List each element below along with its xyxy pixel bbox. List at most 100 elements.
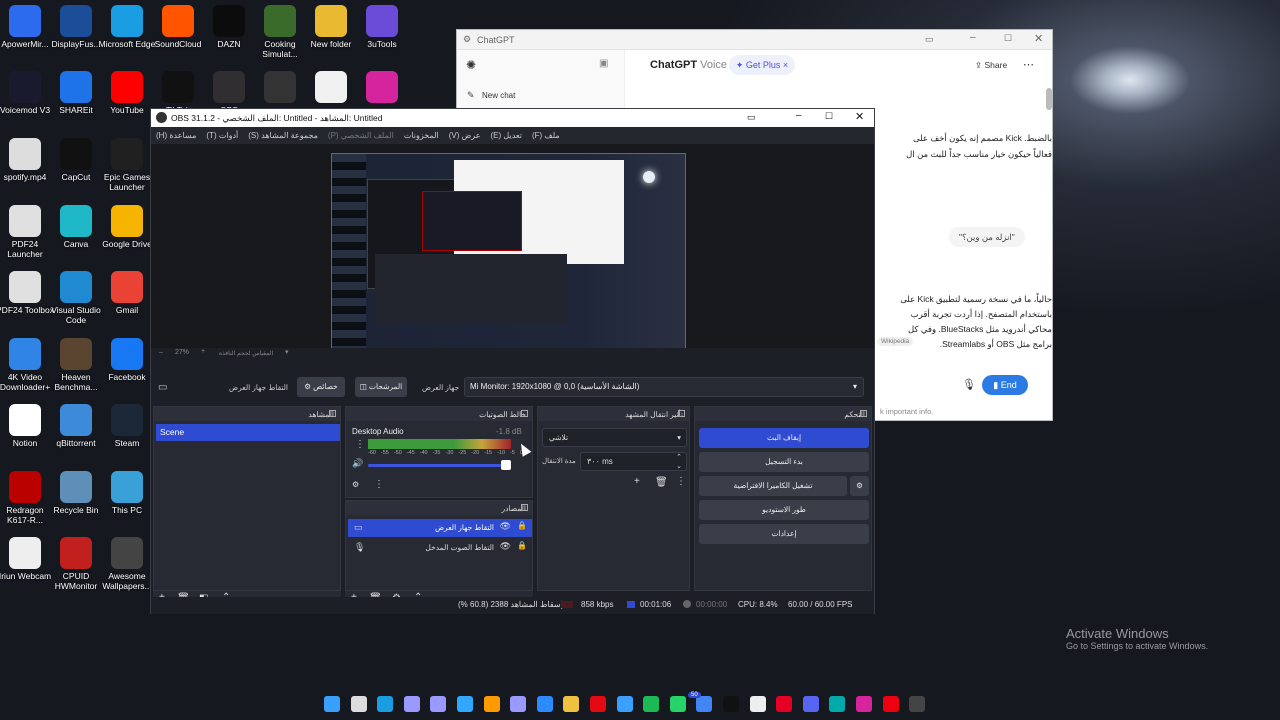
dock-icon[interactable] — [860, 410, 867, 417]
mixer-menu-icon[interactable]: ⋮ — [374, 479, 384, 490]
media-encoder-icon[interactable] — [510, 696, 527, 712]
get-plus-button[interactable]: ✦ Get Plus × — [729, 55, 795, 75]
pinterest-icon[interactable] — [776, 696, 793, 712]
chatgpt-scrollbar[interactable] — [1046, 88, 1052, 110]
citation-chip[interactable]: Wikipedia — [877, 337, 914, 346]
store-icon[interactable] — [616, 696, 633, 712]
spin-down-icon[interactable]: ⌄ — [676, 458, 682, 475]
transition-select[interactable]: تلاشي ▾ — [542, 428, 687, 447]
obs-menu-item[interactable]: أدوات (T) — [206, 131, 238, 140]
obs-close-button[interactable]: ✕ — [855, 110, 864, 123]
discord-icon[interactable] — [802, 696, 819, 712]
share-button[interactable]: ⇪ Share — [975, 60, 1007, 71]
obs-menu-item[interactable]: تعديل (E) — [491, 131, 522, 140]
search-icon[interactable] — [350, 696, 367, 712]
start-virtual-camera-button[interactable]: تشغيل الكاميرا الافتراضية — [699, 476, 847, 496]
obs-maximize-button[interactable]: ☐ — [825, 111, 833, 122]
sidebar-toggle-icon[interactable]: ▣ — [599, 58, 608, 69]
start-recording-button[interactable]: بدء التسجيل — [699, 452, 869, 472]
lock-icon[interactable]: 🔒 — [517, 541, 527, 550]
obs-menu-item[interactable]: مجموعة المشاهد (S) — [248, 131, 318, 140]
stop-streaming-button[interactable]: إيقاف البث — [699, 428, 869, 448]
dock-icon[interactable] — [521, 410, 528, 417]
obs-mini-icon[interactable]: ▭ — [747, 112, 756, 123]
chrome-icon[interactable] — [696, 696, 713, 712]
lens-icon[interactable] — [829, 696, 846, 712]
spotify-icon[interactable] — [643, 696, 660, 712]
settings-button[interactable]: إعدادات — [699, 524, 869, 544]
after-effects-icon[interactable] — [430, 696, 447, 712]
desktop-icon[interactable]: 3uTools — [351, 5, 413, 49]
premiere-icon[interactable] — [403, 696, 420, 712]
obs-menu-item[interactable]: ملف (F) — [532, 131, 560, 140]
desktop-icon[interactable]: This PC — [96, 470, 158, 515]
close-button[interactable]: ✕ — [1034, 32, 1043, 45]
desktop-icon[interactable]: Facebook — [96, 337, 158, 382]
illustrator-icon[interactable] — [483, 696, 500, 712]
new-chat-button[interactable]: New chat — [482, 91, 515, 100]
obs-menu-item[interactable]: المخزونات — [404, 131, 439, 140]
maximize-button[interactable]: ☐ — [1004, 33, 1012, 44]
zoom-level[interactable]: 27% — [175, 349, 189, 356]
instagram-icon[interactable] — [856, 696, 872, 712]
obs-minimize-button[interactable]: – — [796, 110, 802, 121]
new-chat-icon[interactable]: ✎ — [467, 90, 475, 101]
transition-menu-icon[interactable]: ⋮ — [676, 476, 686, 487]
filters-button[interactable]: ◫ المرشحات — [355, 377, 407, 397]
windows-start-icon[interactable] — [324, 696, 340, 712]
edge-icon[interactable] — [377, 696, 394, 712]
display-select[interactable]: Mi Monitor: 1920x1080 @ 0,0 (الشاشة الأس… — [464, 377, 864, 397]
file-explorer-icon[interactable] — [563, 696, 580, 712]
obs-menu-item[interactable]: عرض (V) — [449, 131, 481, 140]
lock-icon[interactable]: 🔒 — [517, 521, 527, 530]
whatsapp-icon[interactable] — [669, 696, 686, 712]
dock-icon[interactable] — [678, 410, 685, 417]
desktop-icon[interactable]: Awesome Wallpapers... — [96, 537, 158, 591]
scene-item[interactable]: Scene — [156, 424, 340, 441]
virtual-camera-settings-icon[interactable]: ⚙ — [850, 476, 869, 496]
share-label: Share — [984, 60, 1008, 70]
acrobat-icon[interactable] — [882, 696, 899, 712]
obs-menu-item[interactable]: مساعدة (H) — [156, 131, 196, 140]
desktop-icon[interactable]: Steam — [96, 404, 158, 448]
studio-mode-button[interactable]: طور الاستوديو — [699, 500, 869, 520]
dock-icon[interactable] — [521, 504, 528, 511]
volume-slider[interactable] — [368, 464, 508, 467]
add-transition-icon[interactable]: + — [634, 476, 640, 487]
audio-menu-icon[interactable]: ⋮ — [355, 439, 365, 450]
photoshop-icon[interactable] — [457, 696, 473, 712]
visibility-eye-icon[interactable]: 👁 — [500, 521, 511, 532]
mini-player-icon[interactable]: ▭ — [925, 34, 934, 45]
netflix-icon[interactable] — [590, 696, 606, 712]
desktop-icon[interactable]: Epic Games Launcher — [96, 138, 158, 192]
microphone-icon[interactable]: 🎙 — [962, 378, 976, 391]
zoom-in-icon[interactable]: + — [201, 348, 205, 355]
remove-transition-icon[interactable]: 🗑 — [655, 477, 668, 488]
zoom-out-icon[interactable]: – — [159, 349, 163, 356]
tiktok-icon[interactable] — [723, 696, 739, 712]
minimize-button[interactable]: – — [970, 32, 976, 43]
advanced-audio-icon[interactable]: ⚙ — [352, 480, 359, 489]
meter-tick-label: -50 — [393, 450, 402, 456]
source-item-audio-input[interactable]: 🎙 التقاط الصوت المدخل 👁 🔒 — [348, 539, 532, 557]
properties-button[interactable]: ⚙ خصائص — [297, 377, 345, 397]
visibility-eye-icon[interactable]: 👁 — [500, 541, 511, 552]
preview-capture-frame[interactable] — [331, 153, 686, 352]
desktop-icon[interactable]: Google Drive — [96, 204, 158, 249]
obs-icon[interactable] — [909, 696, 926, 712]
source-item-display-capture[interactable]: ▭ التقاط جهاز العرض 👁 🔒 — [348, 519, 532, 537]
desktop-icon[interactable]: Gmail — [96, 271, 158, 315]
volume-slider-handle[interactable] — [501, 460, 511, 470]
capcut-icon[interactable] — [749, 696, 766, 712]
desktop-icon[interactable] — [351, 71, 413, 105]
dock-icon[interactable] — [329, 410, 336, 417]
end-voice-button[interactable]: ▮ End — [982, 375, 1028, 395]
more-options-icon[interactable]: ⋯ — [1023, 58, 1034, 71]
duration-spinbox[interactable]: ٣٠٠ ms ⌃ ⌄ — [580, 452, 687, 471]
obs-menu-item[interactable]: الملف الشخصي (P) — [328, 131, 394, 140]
zoom-dropdown-icon[interactable]: ▾ — [285, 348, 289, 356]
snipping-tool-icon[interactable] — [536, 696, 553, 712]
scale-to-window-label[interactable]: المقياس لحجم النافذة — [219, 350, 273, 357]
speaker-icon[interactable]: 🔊 — [352, 458, 363, 469]
obs-preview-area[interactable]: – 27% + المقياس لحجم النافذة ▾ — [151, 144, 874, 360]
